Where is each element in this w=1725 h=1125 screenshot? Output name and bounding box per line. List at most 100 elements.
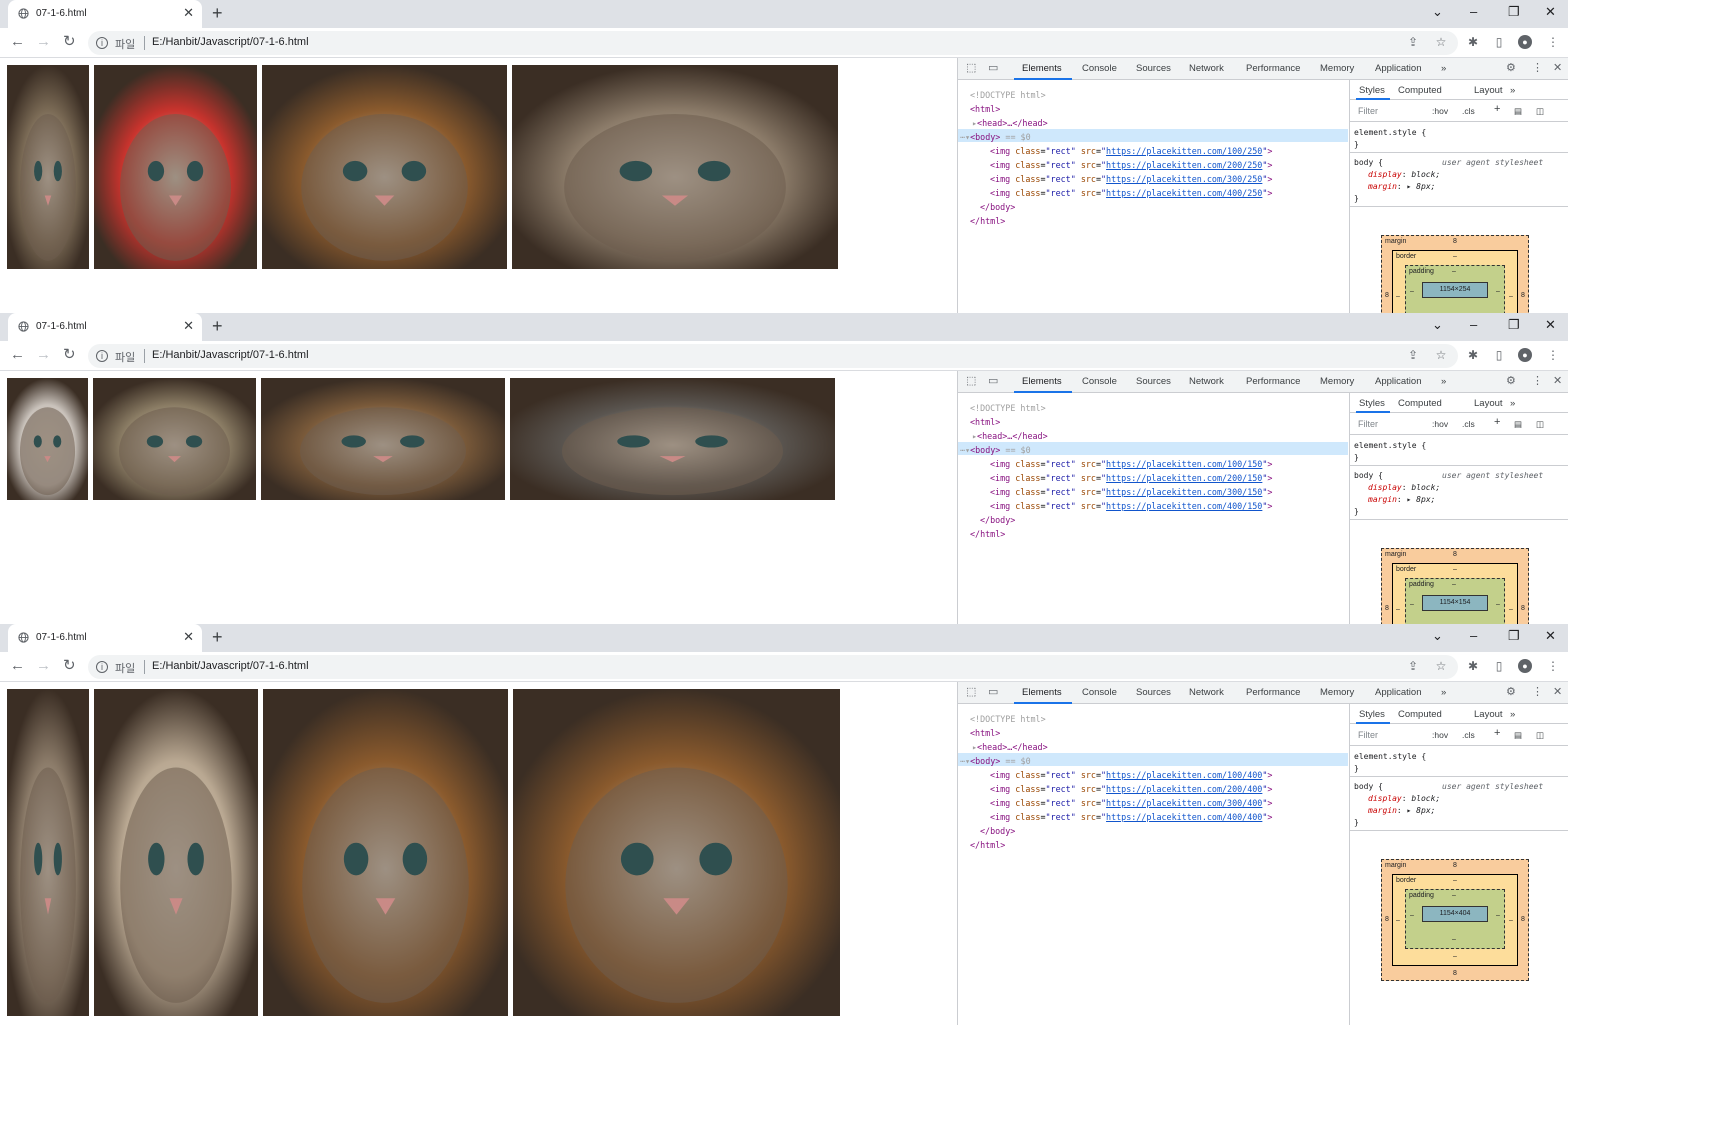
devtools-tab[interactable]: Network xyxy=(1189,376,1224,387)
profile-icon[interactable]: ● xyxy=(1518,348,1532,362)
new-tab-icon[interactable]: + xyxy=(212,3,223,23)
minimize-icon[interactable]: – xyxy=(1470,317,1477,333)
menu-icon[interactable]: ⋮ xyxy=(1546,35,1560,49)
gear-icon[interactable]: ⚙ xyxy=(1506,375,1516,388)
url-text[interactable]: E:/Hanbit/Javascript/07-1-6.html xyxy=(152,349,309,361)
devtools-tab[interactable]: Memory xyxy=(1320,376,1354,387)
new-rule-icon[interactable]: + xyxy=(1494,727,1500,739)
profile-icon[interactable]: ● xyxy=(1518,659,1532,673)
styles-subtab[interactable]: Computed xyxy=(1398,85,1442,96)
window-close-icon[interactable]: ✕ xyxy=(1545,317,1556,333)
window-close-icon[interactable]: ✕ xyxy=(1545,628,1556,644)
src-link[interactable]: https://placekitten.com/400/250 xyxy=(1106,188,1262,198)
sidebar-toggle-icon[interactable]: ◫ xyxy=(1536,419,1544,430)
img-node[interactable]: <img class="rect" src="https://placekitt… xyxy=(990,458,1272,470)
info-icon[interactable]: i xyxy=(96,350,108,362)
window-close-icon[interactable]: ✕ xyxy=(1545,4,1556,20)
src-link[interactable]: https://placekitten.com/300/250 xyxy=(1106,174,1262,184)
new-tab-icon[interactable]: + xyxy=(212,627,223,647)
paint-icon[interactable]: ▤ xyxy=(1514,106,1522,117)
address-bar[interactable]: i 파일 E:/Hanbit/Javascript/07-1-6.html xyxy=(88,31,1458,55)
body-close-node[interactable]: </body> xyxy=(980,825,1015,837)
gear-icon[interactable]: ⚙ xyxy=(1506,686,1516,699)
margin-decl[interactable]: margin: ▸ 8px; xyxy=(1368,495,1435,504)
hov-toggle[interactable]: :hov xyxy=(1432,419,1448,429)
img-node[interactable]: <img class="rect" src="https://placekitt… xyxy=(990,769,1272,781)
devtools-tab[interactable]: Performance xyxy=(1246,687,1300,698)
url-text[interactable]: E:/Hanbit/Javascript/07-1-6.html xyxy=(152,36,309,48)
styles-subtab[interactable]: Layout xyxy=(1474,398,1503,409)
share-icon[interactable]: ⇪ xyxy=(1406,348,1420,362)
src-link[interactable]: https://placekitten.com/200/250 xyxy=(1106,160,1262,170)
minimize-icon[interactable]: – xyxy=(1470,4,1477,20)
share-icon[interactable]: ⇪ xyxy=(1406,659,1420,673)
body-close-node[interactable]: </body> xyxy=(980,201,1015,213)
display-decl[interactable]: display: block; xyxy=(1368,794,1440,803)
restore-icon[interactable]: ❐ xyxy=(1508,4,1520,20)
menu-icon[interactable]: ⋮ xyxy=(1546,348,1560,362)
head-node[interactable]: ▸<head>…</head> xyxy=(972,430,1048,442)
html-close-node[interactable]: </html> xyxy=(970,215,1005,227)
img-node[interactable]: <img class="rect" src="https://placekitt… xyxy=(990,783,1272,795)
star-icon[interactable]: ☆ xyxy=(1434,348,1448,362)
devtools-tab[interactable]: Performance xyxy=(1246,376,1300,387)
sidepanel-icon[interactable]: ▯ xyxy=(1492,35,1506,49)
styles-subtab[interactable]: Layout xyxy=(1474,709,1503,720)
html-close-node[interactable]: </html> xyxy=(970,839,1005,851)
img-node[interactable]: <img class="rect" src="https://placekitt… xyxy=(990,145,1272,157)
hov-toggle[interactable]: :hov xyxy=(1432,106,1448,116)
filter-input[interactable]: Filter xyxy=(1358,106,1378,116)
styles-subtab[interactable]: Styles xyxy=(1359,709,1385,720)
box-model-content[interactable]: 1154×154 xyxy=(1422,595,1488,611)
inspect-icon[interactable]: ⬚ xyxy=(966,62,976,75)
body-node[interactable]: ⋯▾<body> == $0 xyxy=(960,131,1031,143)
more-tabs-icon[interactable]: » xyxy=(1510,85,1515,96)
element-style-rule[interactable]: element.style { xyxy=(1354,128,1426,137)
img-node[interactable]: <img class="rect" src="https://placekitt… xyxy=(990,187,1272,199)
device-icon[interactable]: ▭ xyxy=(988,686,998,699)
sidepanel-icon[interactable]: ▯ xyxy=(1492,348,1506,362)
new-rule-icon[interactable]: + xyxy=(1494,416,1500,428)
browser-tab[interactable]: 07-1-6.html ✕ xyxy=(8,624,202,652)
browser-tab[interactable]: 07-1-6.html ✕ xyxy=(8,0,202,28)
more-tabs-icon[interactable]: » xyxy=(1510,398,1515,409)
address-bar[interactable]: i 파일 E:/Hanbit/Javascript/07-1-6.html xyxy=(88,655,1458,679)
body-close-node[interactable]: </body> xyxy=(980,514,1015,526)
close-icon[interactable]: ✕ xyxy=(183,630,194,644)
star-icon[interactable]: ☆ xyxy=(1434,659,1448,673)
styles-subtab[interactable]: Layout xyxy=(1474,85,1503,96)
new-tab-icon[interactable]: + xyxy=(212,316,223,336)
reload-icon[interactable]: ↻ xyxy=(63,658,76,674)
kebab-icon[interactable]: ⋮ xyxy=(1532,686,1543,699)
img-node[interactable]: <img class="rect" src="https://placekitt… xyxy=(990,173,1272,185)
img-node[interactable]: <img class="rect" src="https://placekitt… xyxy=(990,811,1272,823)
sidepanel-icon[interactable]: ▯ xyxy=(1492,659,1506,673)
src-link[interactable]: https://placekitten.com/100/250 xyxy=(1106,146,1262,156)
cls-toggle[interactable]: .cls xyxy=(1462,730,1475,740)
inspect-icon[interactable]: ⬚ xyxy=(966,375,976,388)
gear-icon[interactable]: ⚙ xyxy=(1506,62,1516,75)
display-decl[interactable]: display: block; xyxy=(1368,170,1440,179)
devtools-tab[interactable]: Sources xyxy=(1136,376,1171,387)
devtools-tab[interactable]: Network xyxy=(1189,63,1224,74)
paint-icon[interactable]: ▤ xyxy=(1514,730,1522,741)
src-link[interactable]: https://placekitten.com/300/150 xyxy=(1106,487,1262,497)
devtools-tab[interactable]: Sources xyxy=(1136,63,1171,74)
cls-toggle[interactable]: .cls xyxy=(1462,106,1475,116)
devtools-tab[interactable]: Application xyxy=(1375,63,1421,74)
profile-icon[interactable]: ● xyxy=(1518,35,1532,49)
close-icon[interactable]: ✕ xyxy=(1553,375,1562,388)
doctype-node[interactable]: <!DOCTYPE html> xyxy=(970,89,1046,101)
chevron-down-icon[interactable]: ⌄ xyxy=(1432,628,1443,644)
chevron-down-icon[interactable]: ⌄ xyxy=(1432,4,1443,20)
reload-icon[interactable]: ↻ xyxy=(63,34,76,50)
devtools-tab[interactable]: Elements xyxy=(1022,687,1062,698)
url-text[interactable]: E:/Hanbit/Javascript/07-1-6.html xyxy=(152,660,309,672)
devtools-tab[interactable]: Application xyxy=(1375,376,1421,387)
devtools-tab[interactable]: Elements xyxy=(1022,376,1062,387)
paint-icon[interactable]: ▤ xyxy=(1514,419,1522,430)
margin-decl[interactable]: margin: ▸ 8px; xyxy=(1368,806,1435,815)
devtools-tab[interactable]: Performance xyxy=(1246,63,1300,74)
device-icon[interactable]: ▭ xyxy=(988,375,998,388)
head-node[interactable]: ▸<head>…</head> xyxy=(972,117,1048,129)
